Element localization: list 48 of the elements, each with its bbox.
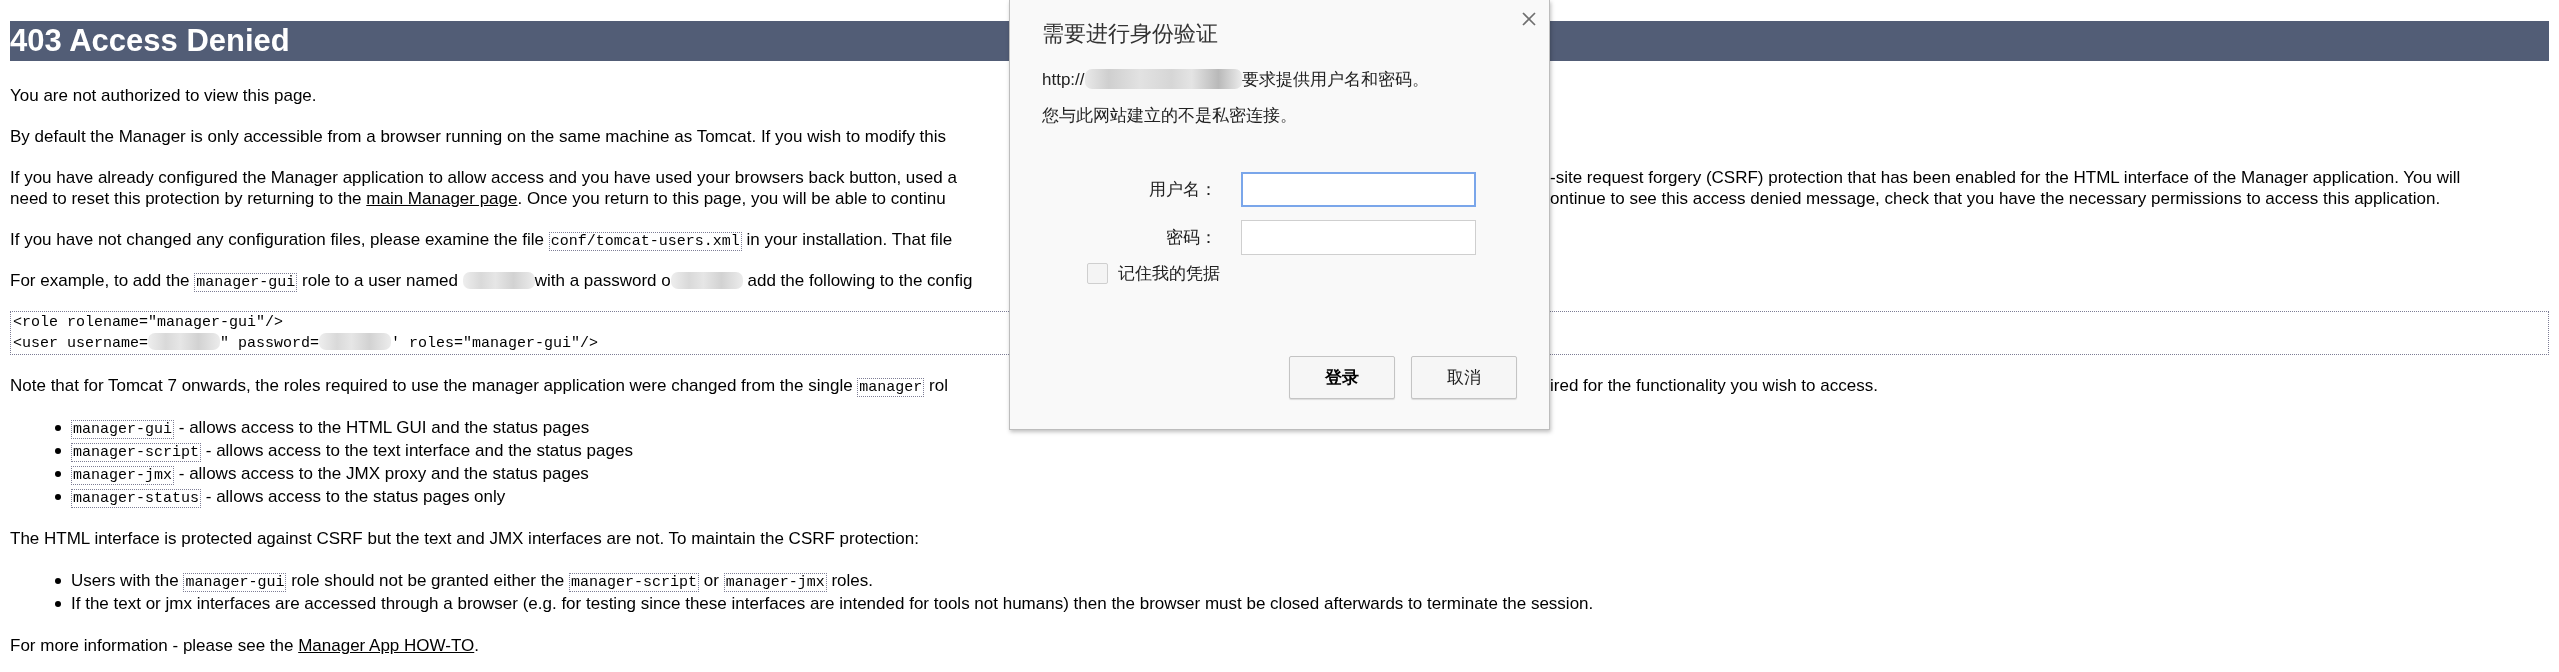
- paragraph-text: You are not authorized to view this page.: [10, 85, 317, 106]
- list-item-text: manager-status - allows access to the status pages only: [71, 486, 506, 508]
- list-item-text: Users with the manager-gui role should not be granted either the manager-script or manager-jmx roles.: [71, 570, 873, 592]
- bullet-icon: [55, 600, 61, 607]
- inline-code: manager-status: [71, 489, 202, 508]
- close-icon[interactable]: [1522, 12, 1536, 26]
- bullet-icon: [55, 493, 61, 500]
- inline-code: manager-gui: [194, 273, 298, 292]
- code-line: <user username= " password= ' roles="manager-gui"/>: [13, 333, 599, 354]
- inline-code: conf/tomcat-users.xml: [548, 232, 742, 251]
- field-label: 密码：: [1166, 227, 1217, 249]
- inline-code: manager-jmx: [71, 466, 175, 485]
- text-link[interactable]: Manager App HOW-TO: [298, 636, 475, 655]
- paragraph-text: Note that for Tomcat 7 onwards, the roles required to use the manager application were changed from the single manager rol: [10, 375, 948, 396]
- dialog-title: 需要进行身份验证: [1042, 20, 1218, 48]
- input-field[interactable]: [1241, 220, 1476, 255]
- paragraph-text: If you have already configured the Manager application to allow access and you have used your browsers back button, used a need to reset this protection by returning to the main Manager page. Once you return to this page, you will be able to continu: [10, 167, 957, 209]
- inline-code: manager-gui: [183, 573, 287, 592]
- list-item-text: If the text or jmx interfaces are accessed through a browser (e.g. for testing since these interfaces are intended for tools not humans) then the browser must be closed afterwards to terminate the session.: [71, 593, 1594, 615]
- input-field[interactable]: [1241, 172, 1476, 207]
- checkbox[interactable]: [1087, 263, 1108, 284]
- paragraph-text: By default the Manager is only accessible from a browser running on the same machine as Tomcat. If you wish to modify this: [10, 126, 947, 147]
- dialog-button[interactable]: 登录: [1289, 356, 1395, 399]
- inline-code: manager: [857, 378, 925, 397]
- bullet-icon: [55, 577, 61, 584]
- bullet-icon: [55, 470, 61, 477]
- inline-code: manager-script: [569, 573, 700, 592]
- checkbox-label: 记住我的凭据: [1118, 263, 1220, 285]
- paragraph-text: For more information - please see the Manager App HOW-TO.: [10, 635, 479, 656]
- bullet-icon: [55, 447, 61, 454]
- list-item-text: manager-gui - allows access to the HTML GUI and the status pages: [71, 417, 590, 439]
- paragraph-text: For example, to add the manager-gui role to a user named with a password o add the following to the config: [10, 270, 973, 291]
- text-link[interactable]: main Manager page: [366, 189, 518, 208]
- paragraph-text: -site request forgery (CSRF) protection that has been enabled for the HTML interface of the Manager application. You will ontinue to see this access denied message, check that you have the necessary permissions to access this application.: [1550, 167, 2461, 209]
- list-item-text: manager-jmx - allows access to the JMX proxy and the status pages: [71, 463, 589, 485]
- inline-code: manager-script: [71, 443, 202, 462]
- inline-code: manager-jmx: [723, 573, 827, 592]
- paragraph-text: If you have not changed any configuration files, please examine the file conf/tomcat-users.xml in your installation. That file: [10, 229, 953, 250]
- inline-code: manager-gui: [71, 420, 175, 439]
- dialog-button[interactable]: 取消: [1411, 356, 1517, 399]
- paragraph-text: ired for the functionality you wish to access.: [1550, 375, 1878, 396]
- bullet-icon: [55, 424, 61, 431]
- dialog-message: 您与此网站建立的不是私密连接。: [1042, 105, 1297, 127]
- field-label: 用户名：: [1149, 179, 1217, 201]
- list-item-text: manager-script - allows access to the text interface and the status pages: [71, 440, 633, 462]
- paragraph-text: The HTML interface is protected against CSRF but the text and JMX interfaces are not. To maintain the CSRF protection:: [10, 528, 919, 549]
- dialog-message: http:// 要求提供用户名和密码。: [1042, 68, 1429, 91]
- code-line: <role rolename="manager-gui"/>: [13, 313, 284, 333]
